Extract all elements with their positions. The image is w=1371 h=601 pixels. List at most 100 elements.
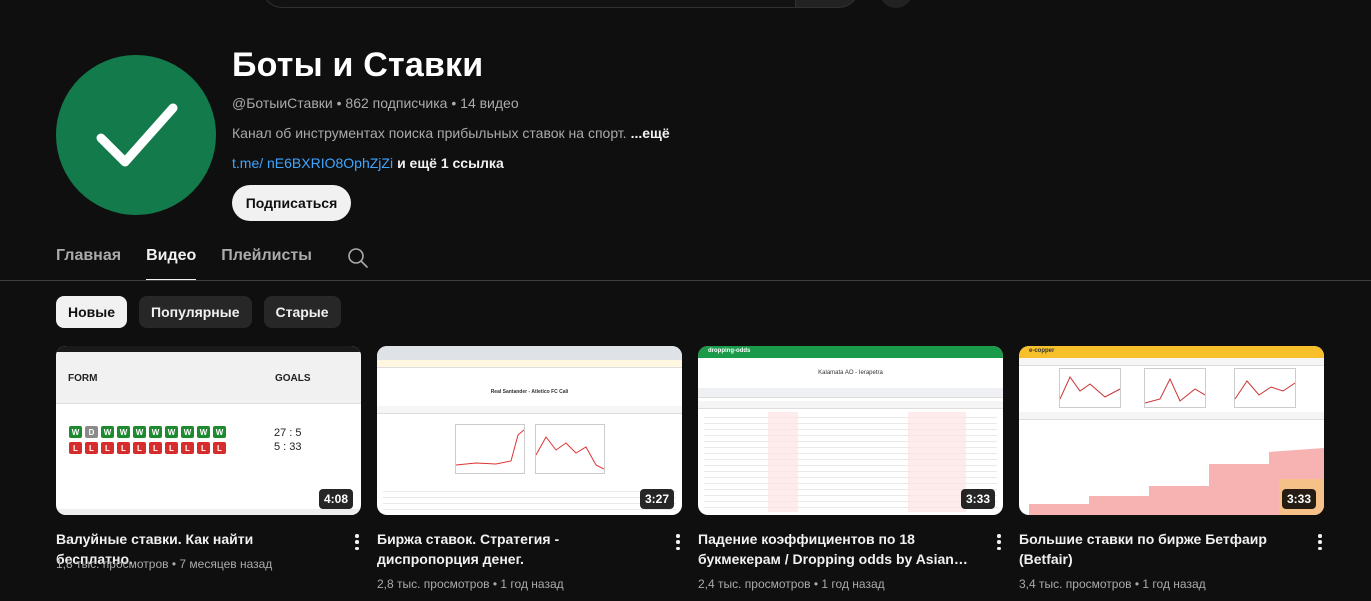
thumbnail-filters: [698, 401, 1003, 409]
more-vert-icon[interactable]: [670, 532, 686, 552]
video-title[interactable]: Биржа ставок. Стратегия - диспропорция д…: [377, 529, 647, 569]
thumbnail-filters: [698, 388, 1003, 398]
form-badge: W: [165, 426, 178, 438]
video-views: 2,4 тыс. просмотров: [698, 577, 811, 591]
form-badge: L: [165, 442, 178, 454]
video-age: 1 год назад: [1142, 577, 1206, 591]
form-badge: W: [133, 426, 146, 438]
thumbnail-table: [383, 486, 676, 512]
thumbnail-brand: e-copper: [1029, 348, 1055, 354]
video-meta: 1,8 тыс. просмотров • 7 месяцев назад: [56, 557, 272, 571]
channel-avatar: [56, 55, 216, 215]
description-text: Канал об инструментах поиска прибыльных …: [232, 125, 627, 141]
video-age: 1 год назад: [500, 577, 564, 591]
form-badge: L: [197, 442, 210, 454]
video-title[interactable]: Падение коэффициентов по 18 букмекерам /…: [698, 529, 968, 569]
thumbnail-chart: [1234, 368, 1296, 408]
voice-search-button[interactable]: [878, 0, 914, 8]
meta-separator: •: [332, 95, 346, 111]
meta-separator: •: [810, 577, 822, 591]
sort-chips: Новые Популярные Старые: [56, 296, 341, 328]
checkmark-icon: [96, 103, 178, 167]
channel-tabs: Главная Видео Плейлисты: [56, 240, 370, 281]
chart-line: [535, 436, 605, 470]
channel-description: Канал об инструментах поиска прибыльных …: [232, 125, 670, 141]
thumbnail-highlight: [908, 412, 966, 512]
thumbnail-match-title: Real Santander - Atletico FC Cali: [490, 389, 569, 395]
tab-videos[interactable]: Видео: [146, 240, 197, 281]
video-title[interactable]: Большие ставки по бирже Бетфаир (Betfair…: [1019, 529, 1289, 569]
form-badge: W: [181, 426, 194, 438]
score: 27 : 5: [274, 427, 302, 439]
thumbnail-browser-bar: [377, 346, 682, 360]
video-card: FORM GOALS WDWWWWWWWW LLLLLLLLLL 27 : 5 …: [56, 346, 361, 571]
tab-playlists[interactable]: Плейлисты: [221, 240, 312, 281]
form-badge: W: [69, 426, 82, 438]
telegram-link[interactable]: t.me/ nE6BXRIO8OphZjZi: [232, 155, 393, 171]
form-badge: L: [149, 442, 162, 454]
video-count: 14 видео: [460, 95, 519, 111]
more-links-link[interactable]: и ещё 1 ссылка: [397, 155, 504, 171]
more-vert-icon[interactable]: [1312, 532, 1328, 552]
more-vert-icon[interactable]: [349, 532, 365, 552]
video-views: 2,8 тыс. просмотров: [377, 577, 490, 591]
chip-popular[interactable]: Популярные: [139, 296, 252, 328]
thumbnail-brand: dropping-odds: [708, 348, 751, 354]
video-views: 3,4 тыс. просмотров: [1019, 577, 1132, 591]
video-thumbnail[interactable]: dropping-odds Kalamata AO - Ierapetra 3:…: [698, 346, 1003, 515]
form-table-header: [56, 352, 361, 404]
thumbnail-chart: [1059, 368, 1121, 408]
subscribe-button[interactable]: Подписаться: [232, 185, 351, 221]
video-meta: 3,4 тыс. просмотров • 1 год назад: [1019, 577, 1206, 591]
video-duration: 4:08: [318, 489, 353, 509]
form-row: LLLLLLLLLL: [69, 442, 226, 454]
video-duration: 3:33: [1281, 489, 1316, 509]
video-card: e-copper 3:33 Большие ставки по бирже Бе…: [1019, 346, 1324, 591]
thumbnail-match-title: Kalamata AO - Ierapetra: [818, 370, 883, 376]
thumbnail-highlight: [768, 412, 798, 512]
score: 5 : 33: [274, 441, 302, 453]
video-thumbnail[interactable]: Real Santander - Atletico FC Cali 3:27: [377, 346, 682, 515]
more-vert-icon[interactable]: [991, 532, 1007, 552]
chart-line: [455, 429, 525, 466]
form-badge: D: [85, 426, 98, 438]
subscriber-count: 862 подписчика: [345, 95, 448, 111]
video-thumbnail[interactable]: e-copper 3:33: [1019, 346, 1324, 515]
form-badge: L: [69, 442, 82, 454]
thumbnail-footer: [56, 509, 361, 515]
description-more-link[interactable]: ...ещё: [631, 125, 670, 141]
form-badge: L: [117, 442, 130, 454]
thumbnail-brand-bar: [1019, 346, 1324, 358]
video-card: dropping-odds Kalamata AO - Ierapetra 3:…: [698, 346, 1003, 591]
search-input[interactable]: [262, 0, 796, 8]
chip-newest[interactable]: Новые: [56, 296, 128, 328]
meta-separator: •: [489, 577, 501, 591]
search-icon[interactable]: [346, 246, 370, 270]
video-meta: 2,8 тыс. просмотров • 1 год назад: [377, 577, 564, 591]
form-label: FORM: [68, 373, 98, 384]
chart-line: [1234, 380, 1296, 400]
chart-line: [1059, 376, 1121, 400]
meta-separator: •: [447, 95, 461, 111]
video-duration: 3:27: [639, 489, 674, 509]
video-duration: 3:33: [960, 489, 995, 509]
tabs-divider: [0, 280, 1371, 281]
video-thumbnail[interactable]: FORM GOALS WDWWWWWWWW LLLLLLLLLL 27 : 5 …: [56, 346, 361, 515]
chart-line: [1144, 377, 1206, 404]
thumbnail-nav: [1019, 358, 1324, 366]
form-badge: W: [197, 426, 210, 438]
video-views: 1,8 тыс. просмотров: [56, 557, 169, 571]
video-age: 7 месяцев назад: [179, 557, 273, 571]
video-age: 1 год назад: [821, 577, 885, 591]
thumbnail-chart: [535, 424, 605, 474]
search-button[interactable]: [795, 0, 859, 8]
video-meta: 2,4 тыс. просмотров • 1 год назад: [698, 577, 885, 591]
thumbnail-chart: [1144, 368, 1206, 408]
chip-oldest[interactable]: Старые: [263, 296, 341, 328]
tab-home[interactable]: Главная: [56, 240, 121, 281]
thumbnail-area-chart: [1029, 448, 1324, 515]
thumbnail-tabs: [377, 406, 682, 414]
form-badge: W: [117, 426, 130, 438]
thumbnail-chart: [455, 424, 525, 474]
goals-label: GOALS: [275, 373, 311, 384]
